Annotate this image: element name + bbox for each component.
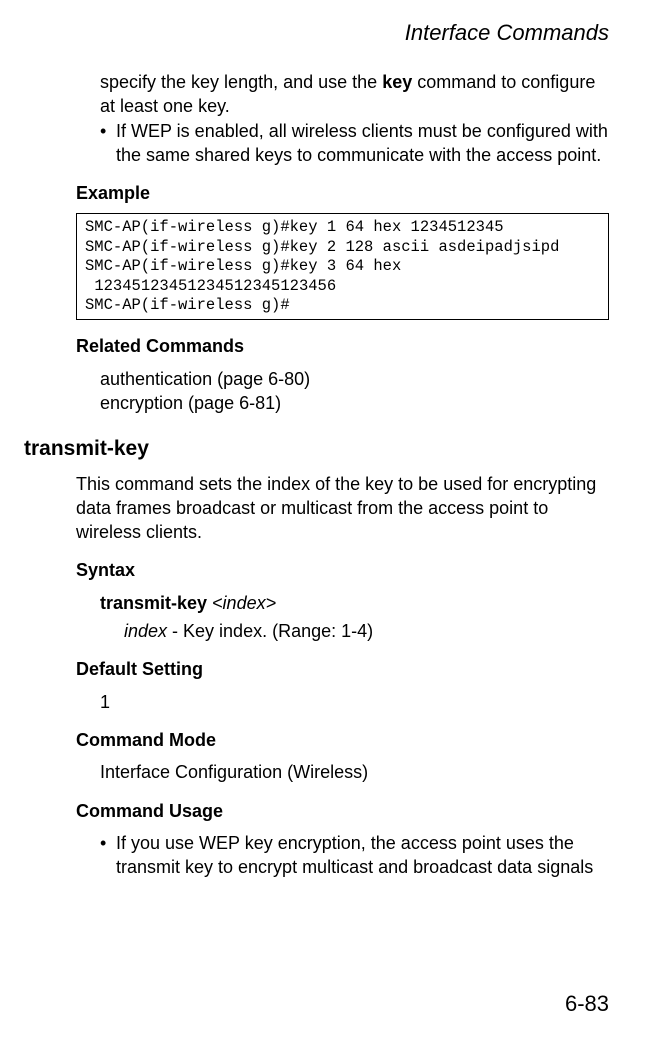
- syntax-def: index - Key index. (Range: 1-4): [124, 619, 609, 643]
- example-code: SMC-AP(if-wireless g)#key 1 64 hex 12345…: [76, 213, 609, 320]
- syntax-cmd: transmit-key: [100, 593, 207, 613]
- page: Interface Commands specify the key lengt…: [0, 0, 657, 1047]
- usage-label: Command Usage: [76, 799, 609, 823]
- syntax-line: transmit-key <index>: [100, 591, 609, 615]
- running-header: Interface Commands: [405, 20, 609, 46]
- cont-pre: specify the key length, and use the: [100, 72, 382, 92]
- intro-bullet-1: If WEP is enabled, all wireless clients …: [100, 119, 609, 168]
- example-label: Example: [76, 181, 609, 205]
- related-list: authentication (page 6-80) encryption (p…: [100, 367, 609, 416]
- related-line-1: authentication (page 6-80): [100, 367, 609, 391]
- syntax-def-term: index: [124, 621, 167, 641]
- content: specify the key length, and use the key …: [0, 0, 657, 879]
- usage-bullet-1: If you use WEP key encryption, the acces…: [100, 831, 609, 880]
- syntax-def-rest: - Key index. (Range: 1-4): [167, 621, 373, 641]
- command-description: This command sets the index of the key t…: [76, 472, 609, 545]
- command-title: transmit-key: [24, 435, 609, 463]
- cont-bold: key: [382, 72, 412, 92]
- related-line-2: encryption (page 6-81): [100, 391, 609, 415]
- intro-bullets: If WEP is enabled, all wireless clients …: [100, 119, 609, 168]
- mode-value: Interface Configuration (Wireless): [100, 760, 609, 784]
- usage-bullets: If you use WEP key encryption, the acces…: [100, 831, 609, 880]
- syntax-arg: <index>: [207, 593, 276, 613]
- default-label: Default Setting: [76, 657, 609, 681]
- mode-label: Command Mode: [76, 728, 609, 752]
- continuation-paragraph: specify the key length, and use the key …: [100, 70, 609, 119]
- page-number: 6-83: [565, 991, 609, 1017]
- syntax-label: Syntax: [76, 558, 609, 582]
- related-label: Related Commands: [76, 334, 609, 358]
- default-value: 1: [100, 690, 609, 714]
